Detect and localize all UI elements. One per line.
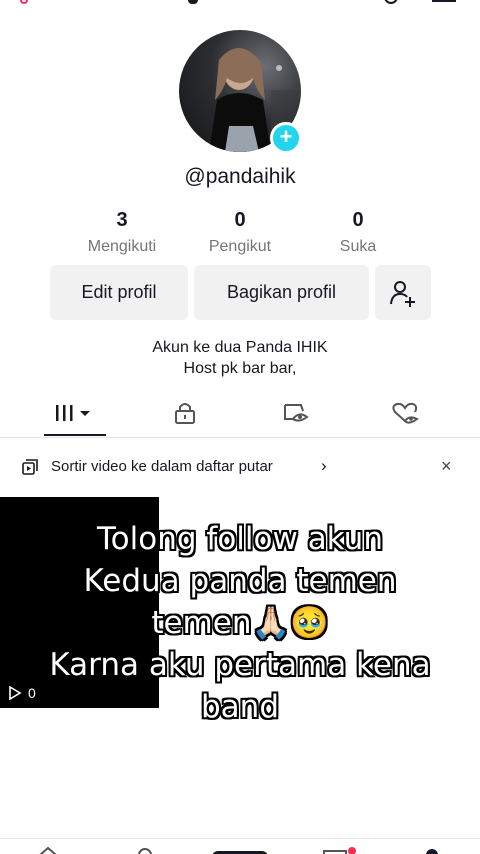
caption-line: band bbox=[201, 689, 279, 725]
stat-following-count: 3 bbox=[116, 209, 128, 231]
status-glyph-icon bbox=[188, 0, 198, 4]
caption-line: Kedua panda temen bbox=[83, 563, 397, 599]
caption-line: Karna aku pertama kena bbox=[49, 647, 431, 683]
stat-likes[interactable]: 0 Suka bbox=[298, 209, 418, 256]
add-user-icon bbox=[390, 280, 415, 307]
friends-icon[interactable] bbox=[136, 847, 154, 854]
sort-banner-text: Sortir video ke dalam daftar putar bbox=[51, 458, 273, 475]
bottom-nav-bar bbox=[0, 838, 480, 854]
stat-likes-count: 0 bbox=[352, 209, 364, 231]
menu-icon[interactable] bbox=[432, 0, 456, 2]
stat-following[interactable]: 3 Mengikuti bbox=[62, 209, 182, 256]
stat-followers[interactable]: 0 Pengikut bbox=[180, 209, 300, 256]
stat-followers-count: 0 bbox=[234, 209, 246, 231]
overlay-caption: Tolong follow akun Kedua panda temen tem… bbox=[0, 518, 480, 728]
profile-avatar[interactable]: + bbox=[179, 30, 302, 154]
close-icon[interactable]: × bbox=[441, 456, 452, 477]
tab-videos[interactable] bbox=[30, 392, 120, 434]
heart-off-icon bbox=[392, 402, 419, 424]
share-profile-button[interactable]: Bagikan profil bbox=[194, 265, 369, 320]
tab-reposts[interactable] bbox=[250, 392, 340, 434]
status-glyph-icon bbox=[384, 0, 398, 4]
sort-playlist-banner[interactable]: Sortir video ke dalam daftar putar › × bbox=[0, 448, 480, 486]
status-bar bbox=[0, 0, 480, 8]
stat-likes-label: Suka bbox=[339, 238, 377, 255]
grid-icon bbox=[56, 405, 90, 421]
active-tab-indicator bbox=[44, 434, 106, 436]
inbox-icon[interactable] bbox=[322, 847, 356, 854]
profile-username: @pandaihik bbox=[184, 165, 296, 188]
stat-followers-label: Pengikut bbox=[208, 238, 272, 255]
playlist-icon bbox=[22, 459, 38, 475]
bio-line: Akun ke dua Panda IHIK bbox=[152, 339, 328, 356]
add-avatar-button[interactable]: + bbox=[270, 122, 302, 154]
tab-private[interactable] bbox=[140, 392, 230, 434]
notification-dot-icon bbox=[20, 0, 28, 4]
tab-liked[interactable] bbox=[360, 392, 450, 434]
home-icon[interactable] bbox=[38, 847, 58, 854]
edit-profile-button[interactable]: Edit profil bbox=[50, 265, 188, 320]
caption-line: temen🙏🏻🥹 bbox=[151, 605, 329, 641]
stat-following-label: Mengikuti bbox=[87, 238, 157, 255]
profile-bio: Akun ke dua Panda IHIK Host pk bar bar, bbox=[0, 337, 480, 379]
lock-icon bbox=[175, 403, 195, 424]
profile-tabs bbox=[0, 392, 480, 438]
add-friend-button[interactable] bbox=[375, 265, 431, 320]
caption-line: Tolong follow akun bbox=[97, 521, 383, 557]
profile-nav-icon[interactable] bbox=[424, 847, 440, 854]
eye-off-icon bbox=[284, 404, 309, 422]
chevron-right-icon: › bbox=[321, 456, 327, 475]
tabs-divider bbox=[0, 437, 480, 438]
bio-line: Host pk bar bar, bbox=[183, 360, 297, 377]
